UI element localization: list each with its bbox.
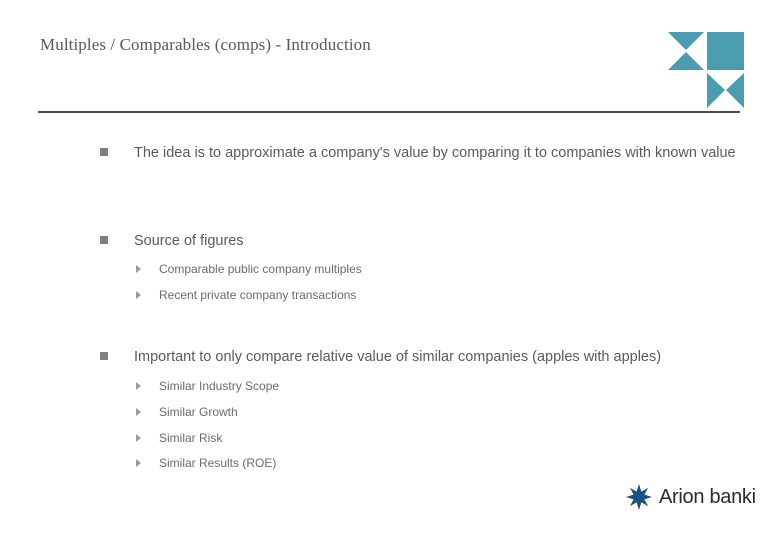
bullet-text: Important to only compare relative value… [134,349,662,365]
triangle-bullet-icon [136,291,141,299]
list-item: The idea is to approximate a company's v… [100,142,755,165]
arion-starburst-icon [626,484,652,510]
list-item: Similar Results (ROE) [136,455,276,471]
sub-bullet-text: Similar Growth [159,405,238,419]
list-item: Comparable public company multiples [136,261,362,277]
sub-bullet-text: Similar Results (ROE) [159,456,277,470]
list-item: Recent private company transactions [136,287,356,303]
list-item: Similar Industry Scope [136,378,279,394]
triangle-bullet-icon [136,408,141,416]
bullet-text: Source of figures [134,233,244,249]
bullet-text: The idea is to approximate a company's v… [134,145,736,161]
sub-bullet-text: Comparable public company multiples [159,262,362,276]
square-bullet-icon [100,236,108,244]
triangle-bullet-icon [136,382,141,390]
brand-logo-text: Arion banki [659,485,756,508]
sub-bullet-text: Recent private company transactions [159,288,357,302]
sub-bullet-text: Similar Industry Scope [159,379,280,393]
slide-canvas: Multiples / Comparables (comps) - Introd… [0,0,780,540]
brand-logo: Arion banki [626,484,756,510]
sub-bullet-text: Similar Risk [159,431,223,445]
header-divider [38,111,740,113]
triangle-bullet-icon [136,434,141,442]
square-bullet-icon [100,148,108,156]
triangle-bullet-icon [136,265,141,273]
list-item: Similar Risk [136,430,222,446]
arion-geometric-mark-icon [668,30,744,108]
square-bullet-icon [100,352,108,360]
list-item: Similar Growth [136,404,238,420]
triangle-bullet-icon [136,459,141,467]
list-item: Source of figures [100,230,700,253]
page-title: Multiples / Comparables (comps) - Introd… [40,35,371,54]
list-item: Important to only compare relative value… [100,346,740,369]
